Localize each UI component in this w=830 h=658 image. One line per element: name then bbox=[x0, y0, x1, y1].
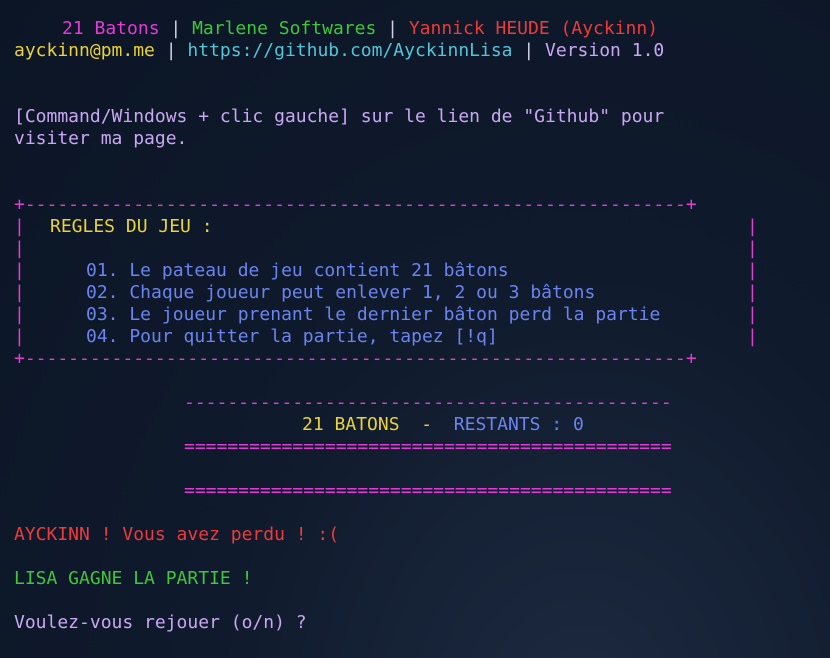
rules-box-side-left: | bbox=[14, 260, 25, 281]
header-contact-line: ayckinn@pm.me | https://github.com/Aycki… bbox=[14, 40, 664, 62]
board-eq-line-bottom: ========================================… bbox=[184, 480, 672, 501]
rules-box-side-left: | bbox=[14, 216, 25, 237]
rules-box-side-left: | bbox=[14, 304, 25, 325]
win-message: LISA GAGNE LA PARTIE ! bbox=[14, 568, 253, 589]
terminal-window: 21 Batons | Marlene Softwares | Yannick … bbox=[14, 18, 824, 658]
hint-line-2: visiter ma page. bbox=[14, 128, 188, 149]
github-link[interactable]: https://github.com/AyckinnLisa bbox=[187, 40, 512, 61]
replay-prompt: Voulez-vous rejouer (o/n) ? bbox=[14, 612, 307, 633]
rules-box-side-right: | bbox=[747, 216, 758, 237]
app-name: 21 Batons bbox=[62, 18, 160, 39]
board-eq-line-top: ========================================… bbox=[184, 436, 672, 457]
rule-item-3: 03. Le joueur prenant le dernier bâton p… bbox=[86, 304, 661, 325]
rules-box-side-left: | bbox=[14, 282, 25, 303]
header-separator: | bbox=[154, 40, 188, 61]
header-separator: | bbox=[512, 40, 546, 61]
rules-title: REGLES DU JEU : bbox=[50, 216, 213, 237]
board-status-line: 21 BATONS - RESTANTS : 0 bbox=[302, 414, 584, 436]
rules-box-bottom-border: +---------------------------------------… bbox=[14, 348, 697, 369]
rules-box-side-left: | bbox=[14, 326, 25, 347]
header-separator: | bbox=[376, 18, 409, 39]
rule-item-4: 04. Pour quitter la partie, tapez [!q] bbox=[86, 326, 498, 347]
company-name: Marlene Softwares bbox=[192, 18, 377, 39]
header-title-line: 21 Batons | Marlene Softwares | Yannick … bbox=[62, 18, 658, 40]
rule-item-1: 01. Le pateau de jeu contient 21 bâtons bbox=[86, 260, 509, 281]
author-name: Yannick HEUDE (Ayckinn) bbox=[408, 18, 659, 39]
board-dash-line: ----------------------------------------… bbox=[184, 392, 672, 413]
remaining-counter: RESTANTS : 0 bbox=[453, 414, 584, 435]
board-title-dash: - bbox=[421, 414, 433, 435]
rule-item-2: 02. Chaque joueur peut enlever 1, 2 ou 3… bbox=[86, 282, 596, 303]
rules-box-side-right: | bbox=[747, 238, 758, 259]
rules-box-side-left: | bbox=[14, 238, 25, 259]
lose-message: AYCKINN ! Vous avez perdu ! :( bbox=[14, 524, 340, 545]
hint-line-1: [Command/Windows + clic gauche] sur le l… bbox=[14, 106, 665, 127]
rules-box-side-right: | bbox=[747, 304, 758, 325]
rules-box-side-right: | bbox=[747, 282, 758, 303]
board-title: 21 BATONS bbox=[302, 414, 400, 435]
rules-box-side-right: | bbox=[747, 326, 758, 347]
rules-box-top-border: +---------------------------------------… bbox=[14, 194, 697, 215]
rules-box-side-right: | bbox=[747, 260, 758, 281]
author-email-link[interactable]: ayckinn@pm.me bbox=[14, 40, 155, 61]
version-label: Version 1.0 bbox=[545, 40, 665, 61]
header-separator: | bbox=[159, 18, 193, 39]
